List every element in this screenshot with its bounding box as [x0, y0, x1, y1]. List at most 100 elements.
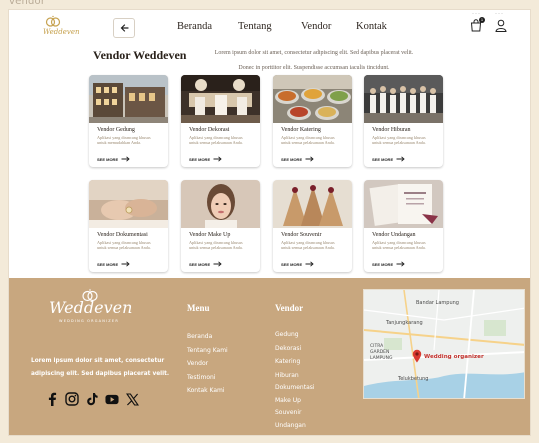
footer-vendor-list: Gedung Dekorasi Katering Hiburan Dokumen…	[275, 328, 315, 432]
card-description: Aplikasi yang dirancang khusus untuk sem…	[281, 135, 335, 146]
intro-line-1: Lorem ipsum dolor sit amet, consectetur …	[214, 50, 414, 56]
arrow-right-icon	[121, 156, 130, 162]
footer-vendor-make-up[interactable]: Make Up	[275, 395, 315, 408]
nav-beranda[interactable]: Beranda	[177, 21, 212, 32]
footer-menu-vendor[interactable]: Vendor	[187, 357, 228, 371]
card-description: Aplikasi yang dirancang khusus untuk sem…	[372, 240, 426, 251]
arrow-right-icon	[305, 156, 314, 162]
see-more-link[interactable]: SEE MORE	[281, 261, 314, 267]
nav-vendor[interactable]: Vendor	[301, 21, 331, 32]
card-description: Aplikasi yang dirancang khusus untuk sem…	[281, 240, 335, 251]
see-more-label: SEE MORE	[97, 156, 119, 162]
footer-vendor-gedung[interactable]: Gedung	[275, 328, 315, 342]
footer-vendor-dokumentasi[interactable]: Dokumentasi	[275, 382, 315, 395]
card-description: Aplikasi yang dirancang khusus untuk mem…	[97, 135, 151, 146]
card-title: Vendor Gedung	[97, 127, 135, 133]
see-more-label: SEE MORE	[189, 156, 211, 162]
souvenir-photo	[273, 180, 352, 228]
documentation-photo	[89, 180, 168, 228]
footer-vendor-undangan[interactable]: Undangan	[275, 420, 315, 433]
location-map[interactable]: Bandar Lampung Tanjungkarang CITRA GARDE…	[363, 289, 525, 399]
footer-brand: Weddeven	[49, 298, 133, 317]
footer-menu-kontak-kami[interactable]: Kontak Kami	[187, 384, 228, 398]
cart-button[interactable]: 1	[470, 17, 485, 33]
map-label-citra-garden: CITRA GARDEN LAMPUNG	[370, 344, 393, 361]
see-more-link[interactable]: SEE MORE	[372, 261, 405, 267]
footer-menu-list: Beranda Tentang Kami Vendor Testimoni Ko…	[187, 330, 228, 398]
invitation-photo	[364, 180, 443, 228]
rings-icon	[82, 288, 98, 302]
map-label-tanjungkarang: Tanjungkarang	[386, 320, 423, 326]
map-pin-label: Wedding organizer	[424, 354, 484, 360]
tiktok-icon[interactable]	[85, 392, 99, 406]
map-label-telukbetung: Telukbetung	[398, 376, 429, 382]
card-title: Vendor Souvenir	[281, 232, 322, 238]
intro-text: Lorem ipsum dolor sit amet, consectetur …	[169, 46, 459, 76]
map-pin-icon	[412, 349, 422, 363]
card-description: Aplikasi yang dirancang khusus untuk sem…	[97, 240, 151, 251]
user-icon	[495, 19, 507, 32]
footer-about: Lorem ipsum dolor sit amet, consectetur …	[31, 358, 170, 377]
arrow-right-icon	[213, 156, 222, 162]
card-title: Vendor Dekorasi	[189, 127, 230, 133]
footer-menu-heading: Menu	[187, 303, 210, 313]
see-more-link[interactable]: SEE MORE	[97, 156, 130, 162]
vendor-card-gedung[interactable]: Vendor Gedung Aplikasi yang dirancang kh…	[89, 75, 168, 167]
footer-vendor-hiburan[interactable]: Hiburan	[275, 369, 315, 383]
instagram-icon[interactable]	[65, 392, 79, 406]
see-more-link[interactable]: SEE MORE	[189, 156, 222, 162]
nav-kontak[interactable]: Kontak	[356, 21, 387, 32]
vendor-card-katering[interactable]: Vendor Katering Aplikasi yang dirancang …	[273, 75, 352, 167]
facebook-icon[interactable]	[45, 392, 59, 406]
see-more-link[interactable]: SEE MORE	[372, 156, 405, 162]
vendor-card-makeup[interactable]: Vendor Make Up Aplikasi yang dirancang k…	[181, 180, 260, 272]
decoration-photo	[181, 75, 260, 123]
footer-menu-tentang-kami[interactable]: Tentang Kami	[187, 344, 228, 358]
see-more-link[interactable]: SEE MORE	[281, 156, 314, 162]
makeup-photo	[181, 180, 260, 228]
footer-vendor-souvenir[interactable]: Souvenir	[275, 407, 315, 420]
footer-brand-sub: WEDDING ORGANIZER	[59, 319, 119, 323]
footer-vendor-heading: Vendor	[275, 303, 304, 313]
see-more-label: SEE MORE	[372, 156, 394, 162]
catering-photo	[273, 75, 352, 123]
vendor-card-hiburan[interactable]: Vendor Hiburan Aplikasi yang dirancang k…	[364, 75, 443, 167]
footer-logo[interactable]: Weddeven WEDDING ORGANIZER	[49, 284, 133, 328]
footer-menu-beranda[interactable]: Beranda	[187, 330, 228, 344]
social-links	[45, 391, 139, 407]
card-title: Vendor Katering	[281, 127, 321, 133]
see-more-label: SEE MORE	[372, 261, 394, 267]
youtube-icon[interactable]	[105, 392, 119, 406]
building-photo	[89, 75, 168, 123]
nav-tentang[interactable]: Tentang	[238, 21, 272, 32]
card-description: Aplikasi yang dirancang khusus untuk sem…	[372, 135, 426, 146]
intro-line-2: Donec in porttitor elit. Suspendisse acc…	[238, 65, 390, 71]
vendor-card-dokumentasi[interactable]: Vendor Dokumentasi Aplikasi yang diranca…	[89, 180, 168, 272]
x-icon[interactable]	[125, 392, 139, 406]
card-title: Vendor Hiburan	[372, 127, 411, 133]
see-more-link[interactable]: SEE MORE	[97, 261, 130, 267]
entertainment-photo	[364, 75, 443, 123]
user-menu-dots-icon: ···	[495, 11, 504, 17]
see-more-label: SEE MORE	[97, 261, 119, 267]
vendor-card-souvenir[interactable]: Vendor Souvenir Aplikasi yang dirancang …	[273, 180, 352, 272]
arrow-right-icon	[213, 261, 222, 267]
site-footer: Weddeven WEDDING ORGANIZER Lorem ipsum d…	[9, 278, 530, 435]
see-more-label: SEE MORE	[281, 261, 303, 267]
vendor-card-dekorasi[interactable]: Vendor Dekorasi Aplikasi yang dirancang …	[181, 75, 260, 167]
arrow-right-icon	[396, 261, 405, 267]
card-title: Vendor Dokumentasi	[97, 232, 148, 238]
footer-vendor-dekorasi[interactable]: Dekorasi	[275, 342, 315, 356]
footer-menu-testimoni[interactable]: Testimoni	[187, 371, 228, 385]
browser-tab-label: vendor	[9, 0, 46, 7]
cart-menu-dots-icon: ···	[472, 11, 481, 17]
arrow-right-icon	[121, 261, 130, 267]
arrow-right-icon	[305, 261, 314, 267]
footer-vendor-katering[interactable]: Katering	[275, 355, 315, 369]
see-more-link[interactable]: SEE MORE	[189, 261, 222, 267]
vendor-card-undangan[interactable]: Vendor Undangan Aplikasi yang dirancang …	[364, 180, 443, 272]
user-button[interactable]	[495, 19, 509, 33]
card-title: Vendor Make Up	[189, 232, 231, 238]
main-nav: Beranda Tentang Vendor Kontak	[9, 10, 530, 46]
site-header: Weddeven Beranda Tentang Vendor Kontak ·…	[9, 10, 530, 46]
